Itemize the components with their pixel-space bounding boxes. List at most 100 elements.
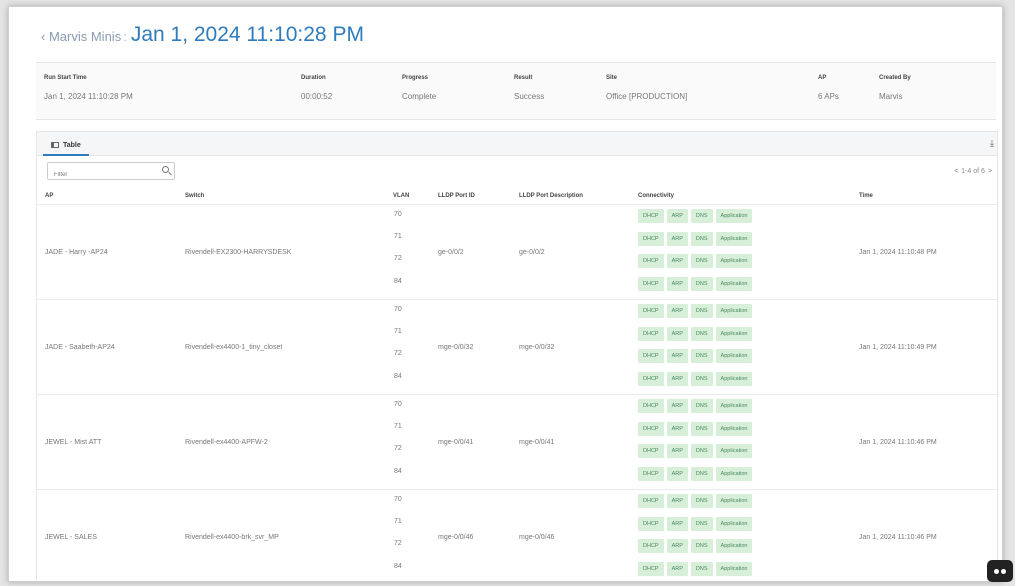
site-label: Site bbox=[606, 75, 618, 81]
col-header-ap[interactable]: AP bbox=[45, 193, 53, 199]
arp-badge: ARP bbox=[666, 209, 688, 223]
ap-value: 6 APs bbox=[818, 92, 839, 101]
connectivity-tags: DHCP ARP DNS Application bbox=[638, 327, 753, 341]
connectivity-tags: DHCP ARP DNS Application bbox=[638, 562, 753, 576]
page-next-button[interactable]: > bbox=[988, 168, 992, 175]
dns-badge: DNS bbox=[690, 422, 713, 436]
run-result: Result Success bbox=[514, 75, 544, 101]
application-badge: Application bbox=[715, 327, 753, 341]
dns-badge: DNS bbox=[690, 517, 713, 531]
filter-field[interactable] bbox=[47, 162, 175, 183]
table-row[interactable]: JEWEL - SALES Rivendell-ex4400-brk_svr_M… bbox=[37, 489, 997, 581]
connectivity-tags: DHCP ARP DNS Application bbox=[638, 539, 753, 553]
arp-badge: ARP bbox=[666, 494, 688, 508]
dns-badge: DNS bbox=[690, 304, 713, 318]
vlan-value: 71 bbox=[394, 423, 402, 430]
application-badge: Application bbox=[715, 209, 753, 223]
table-row[interactable]: JADE - Saabeth-AP24 Rivendell-ex4400-1_t… bbox=[37, 299, 997, 394]
arp-badge: ARP bbox=[666, 327, 688, 341]
dhcp-badge: DHCP bbox=[638, 517, 664, 531]
dns-badge: DNS bbox=[690, 494, 713, 508]
col-header-lldp-port-description[interactable]: LLDP Port Description bbox=[519, 193, 583, 199]
arp-badge: ARP bbox=[666, 562, 688, 576]
col-header-time[interactable]: Time bbox=[859, 193, 873, 199]
pagination: < 1-4 of 6 > bbox=[954, 168, 992, 175]
connectivity-tags: DHCP ARP DNS Application bbox=[638, 209, 753, 223]
dhcp-badge: DHCP bbox=[638, 422, 664, 436]
back-link[interactable]: ‹ Marvis Minis: bbox=[41, 29, 127, 44]
tab-table-label: Table bbox=[63, 141, 81, 149]
test-time: Jan 1, 2024 11:10:48 PM bbox=[859, 249, 937, 256]
col-header-connectivity[interactable]: Connectivity bbox=[638, 193, 674, 199]
page-prev-button[interactable]: < bbox=[954, 168, 958, 175]
chat-bot-icon[interactable] bbox=[987, 560, 1013, 582]
dhcp-badge: DHCP bbox=[638, 562, 664, 576]
main-panel: ‹ Marvis Minis: Jan 1, 2024 11:10:28 PM … bbox=[8, 6, 1003, 582]
vlan-value: 72 bbox=[394, 255, 402, 262]
dhcp-badge: DHCP bbox=[638, 232, 664, 246]
arp-badge: ARP bbox=[666, 517, 688, 531]
connectivity-tags: DHCP ARP DNS Application bbox=[638, 349, 753, 363]
vlan-value: 84 bbox=[394, 278, 402, 285]
run-ap-count: AP 6 APs bbox=[818, 75, 839, 101]
lldp-port-description: mge-0/0/46 bbox=[519, 534, 555, 541]
col-header-vlan[interactable]: VLAN bbox=[393, 193, 409, 199]
chevron-left-icon: ‹ bbox=[41, 29, 46, 44]
duration-label: Duration bbox=[301, 75, 326, 81]
application-badge: Application bbox=[715, 422, 753, 436]
page-title: Jan 1, 2024 11:10:28 PM bbox=[130, 23, 364, 46]
application-badge: Application bbox=[715, 304, 753, 318]
test-time: Jan 1, 2024 11:10:49 PM bbox=[859, 344, 937, 351]
application-badge: Application bbox=[715, 444, 753, 458]
ap-name: JADE - Saabeth-AP24 bbox=[45, 344, 115, 351]
test-time: Jan 1, 2024 11:10:46 PM bbox=[859, 439, 937, 446]
vlan-value: 72 bbox=[394, 445, 402, 452]
col-header-lldp-port-id[interactable]: LLDP Port ID bbox=[438, 193, 475, 199]
lldp-port-id: mge-0/0/41 bbox=[438, 439, 474, 446]
dns-badge: DNS bbox=[690, 254, 713, 268]
vlan-value: 70 bbox=[394, 496, 402, 503]
lldp-port-id: mge-0/0/32 bbox=[438, 344, 474, 351]
download-icon[interactable]: ⤓ bbox=[990, 138, 994, 149]
application-badge: Application bbox=[715, 467, 753, 481]
dhcp-badge: DHCP bbox=[638, 327, 664, 341]
switch-name: Rivendell-ex4400-brk_svr_MP bbox=[185, 534, 279, 541]
vlan-value: 70 bbox=[394, 306, 402, 313]
dns-badge: DNS bbox=[690, 399, 713, 413]
run-progress: Progress Complete bbox=[402, 75, 436, 101]
run-start-time-value: Jan 1, 2024 11:10:28 PM bbox=[44, 92, 133, 101]
filter-input[interactable] bbox=[48, 167, 148, 183]
dns-badge: DNS bbox=[690, 277, 713, 291]
application-badge: Application bbox=[715, 349, 753, 363]
result-value: Success bbox=[514, 92, 545, 101]
site-value: Office [PRODUCTION] bbox=[606, 92, 688, 101]
connectivity-tags: DHCP ARP DNS Application bbox=[638, 517, 753, 531]
application-badge: Application bbox=[715, 232, 753, 246]
run-start-time: Run Start Time Jan 1, 2024 11:10:28 PM bbox=[44, 75, 133, 101]
connectivity-tags: DHCP ARP DNS Application bbox=[638, 494, 753, 508]
ap-name: JEWEL - Mist ATT bbox=[45, 439, 102, 446]
dns-badge: DNS bbox=[690, 444, 713, 458]
page-header: ‹ Marvis Minis: Jan 1, 2024 11:10:28 PM bbox=[41, 23, 364, 47]
arp-badge: ARP bbox=[666, 422, 688, 436]
application-badge: Application bbox=[715, 399, 753, 413]
col-header-switch[interactable]: Switch bbox=[185, 193, 204, 199]
arp-badge: ARP bbox=[666, 277, 688, 291]
dhcp-badge: DHCP bbox=[638, 399, 664, 413]
connectivity-tags: DHCP ARP DNS Application bbox=[638, 254, 753, 268]
arp-badge: ARP bbox=[666, 399, 688, 413]
arp-badge: ARP bbox=[666, 467, 688, 481]
application-badge: Application bbox=[715, 539, 753, 553]
table-row[interactable]: JEWEL - Mist ATT Rivendell-ex4400-APFW-2… bbox=[37, 394, 997, 489]
dhcp-badge: DHCP bbox=[638, 209, 664, 223]
arp-badge: ARP bbox=[666, 444, 688, 458]
vlan-value: 84 bbox=[394, 563, 402, 570]
table-row[interactable]: JADE - Harry -AP24 Rivendell-EX2300-HARR… bbox=[37, 204, 997, 299]
dhcp-badge: DHCP bbox=[638, 372, 664, 386]
table-icon bbox=[51, 142, 59, 148]
dns-badge: DNS bbox=[690, 467, 713, 481]
arp-badge: ARP bbox=[666, 349, 688, 363]
run-summary: Run Start Time Jan 1, 2024 11:10:28 PM D… bbox=[36, 62, 996, 120]
switch-name: Rivendell-ex4400-1_tiny_closet bbox=[185, 344, 283, 351]
tab-table[interactable]: Table bbox=[43, 136, 89, 156]
